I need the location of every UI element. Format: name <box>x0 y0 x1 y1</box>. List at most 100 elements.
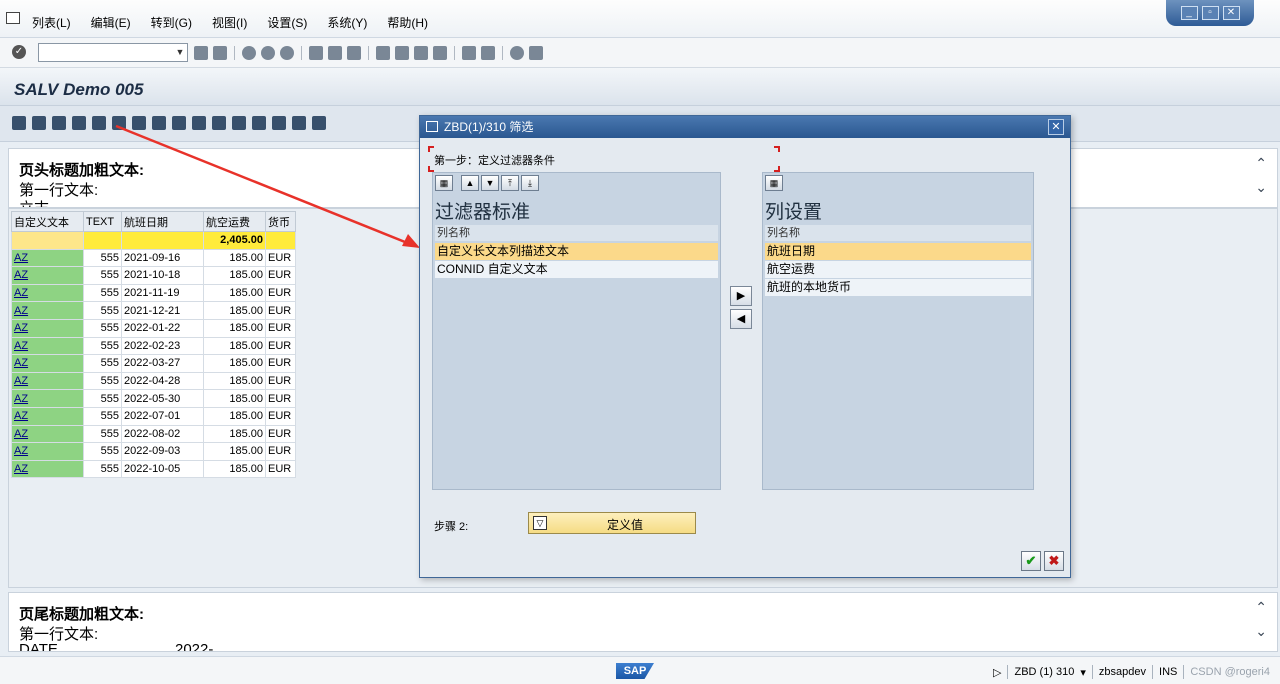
expand-status-icon[interactable]: ▷ <box>993 666 1001 679</box>
airline-cell[interactable]: AZ <box>11 424 84 444</box>
dialog-close-button[interactable]: ✕ <box>1048 119 1064 135</box>
menu-help[interactable]: 帮助(H) <box>387 14 428 31</box>
layout-select-icon[interactable] <box>272 116 286 130</box>
column-row[interactable]: 航班的本地货币 <box>765 279 1031 296</box>
airline-cell[interactable]: AZ <box>11 266 84 285</box>
prev-page-icon[interactable] <box>395 46 409 60</box>
column-row[interactable]: 航班日期 <box>765 243 1031 260</box>
pencil-icon[interactable] <box>312 116 326 130</box>
airline-cell[interactable]: AZ <box>11 406 84 426</box>
menu-system[interactable]: 系统(Y) <box>327 14 367 31</box>
airline-cell[interactable]: AZ <box>11 389 84 408</box>
scroll-down-icon[interactable]: ⌄ <box>1255 623 1267 640</box>
menu-view[interactable]: 视图(I) <box>212 14 247 31</box>
airline-cell[interactable]: AZ <box>11 283 84 303</box>
abc-icon[interactable] <box>232 116 246 130</box>
scroll-up-icon[interactable]: ⌃ <box>1255 155 1267 172</box>
airline-cell[interactable]: AZ <box>11 248 84 268</box>
next-page-icon[interactable] <box>414 46 428 60</box>
filter-icon[interactable] <box>72 116 86 130</box>
print-preview-icon[interactable] <box>152 116 166 130</box>
system-info[interactable]: ZBD (1) 310 <box>1014 666 1074 678</box>
enter-icon[interactable]: ✓ <box>12 45 26 59</box>
col-header-date[interactable]: 航班日期 <box>121 211 204 232</box>
airline-cell[interactable]: AZ <box>11 459 84 479</box>
chevron-down-icon[interactable]: ▼ <box>173 44 187 61</box>
airline-cell[interactable]: AZ <box>11 336 84 356</box>
airline-cell[interactable]: AZ <box>11 371 84 391</box>
shortcut-icon[interactable] <box>481 46 495 60</box>
exit-icon[interactable] <box>261 46 275 60</box>
move-top-icon[interactable]: ⤒ <box>501 175 519 191</box>
details-icon[interactable] <box>12 116 26 130</box>
scroll-down-icon[interactable]: ⌄ <box>1255 179 1267 196</box>
table-row[interactable]: AZ 555 2022-03-27 185.00 EUR <box>11 354 296 373</box>
find-icon[interactable]: ▦ <box>435 175 453 191</box>
help-icon[interactable] <box>510 46 524 60</box>
command-field[interactable]: ▼ <box>38 43 188 62</box>
col-header-custom[interactable]: 自定义文本 <box>11 211 84 232</box>
menu-edit[interactable]: 编辑(E) <box>91 14 131 31</box>
filter-row[interactable]: CONNID 自定义文本 <box>435 261 718 278</box>
table-row[interactable]: AZ 555 2022-08-02 185.00 EUR <box>11 424 296 444</box>
table-row[interactable]: AZ 555 2022-01-22 185.00 EUR <box>11 318 296 338</box>
table-row[interactable]: AZ 555 2022-09-03 185.00 EUR <box>11 442 296 461</box>
graphic-icon[interactable] <box>212 116 226 130</box>
minimize-icon[interactable]: _ <box>1180 6 1198 20</box>
add-to-filter-button[interactable]: ▶ <box>730 286 752 306</box>
table-row[interactable]: AZ 555 2022-02-23 185.00 EUR <box>11 336 296 356</box>
table-row[interactable]: AZ 555 2022-07-01 185.00 EUR <box>11 406 296 426</box>
move-down-icon[interactable]: ▼ <box>481 175 499 191</box>
table-row[interactable]: AZ 555 2021-11-19 185.00 EUR <box>11 283 296 303</box>
move-up-icon[interactable]: ▲ <box>461 175 479 191</box>
filter-row[interactable]: 自定义长文本列描述文本 <box>435 243 718 260</box>
chevron-down-icon[interactable]: ▾ <box>1080 666 1086 679</box>
table-row[interactable]: AZ 555 2021-12-21 185.00 EUR <box>11 301 296 320</box>
menu-settings[interactable]: 设置(S) <box>267 14 307 31</box>
col-header-text[interactable]: TEXT <box>83 211 122 232</box>
system-menu-icon[interactable] <box>6 12 20 24</box>
col-header-currency[interactable]: 货币 <box>265 211 296 232</box>
find-icon[interactable] <box>328 46 342 60</box>
print-icon[interactable] <box>309 46 323 60</box>
airline-cell[interactable]: AZ <box>11 318 84 338</box>
subtotal-icon[interactable] <box>132 116 146 130</box>
confirm-button[interactable]: ✔ <box>1021 551 1041 571</box>
col-header-price[interactable]: 航空运费 <box>203 211 266 232</box>
move-bottom-icon[interactable]: ⤓ <box>521 175 539 191</box>
layout-change-icon[interactable] <box>252 116 266 130</box>
new-session-icon[interactable] <box>462 46 476 60</box>
table-row[interactable]: AZ 555 2022-10-05 185.00 EUR <box>11 459 296 479</box>
back-arrow-icon[interactable] <box>194 46 208 60</box>
find-icon[interactable]: ▦ <box>765 175 783 191</box>
table-row[interactable]: AZ 555 2022-04-28 185.00 EUR <box>11 371 296 391</box>
scroll-up-icon[interactable]: ⌃ <box>1255 599 1267 616</box>
save-icon[interactable] <box>213 46 227 60</box>
layout-icon[interactable] <box>529 46 543 60</box>
mail-icon[interactable] <box>192 116 206 130</box>
export-icon[interactable] <box>172 116 186 130</box>
remove-from-filter-button[interactable]: ◀ <box>730 309 752 329</box>
table-row[interactable]: AZ 555 2021-10-18 185.00 EUR <box>11 266 296 285</box>
airline-cell[interactable]: AZ <box>11 354 84 373</box>
last-page-icon[interactable] <box>433 46 447 60</box>
define-values-button[interactable]: ▽ 定义值 <box>528 512 696 534</box>
airline-cell[interactable]: AZ <box>11 442 84 461</box>
layout-save-icon[interactable] <box>292 116 306 130</box>
sort-desc-icon[interactable] <box>52 116 66 130</box>
airline-cell[interactable]: AZ <box>11 301 84 320</box>
table-row[interactable]: AZ 555 2021-09-16 185.00 EUR <box>11 248 296 268</box>
close-window-icon[interactable]: ✕ <box>1222 6 1240 20</box>
maximize-icon[interactable]: ▫ <box>1201 6 1219 20</box>
menu-goto[interactable]: 转到(G) <box>151 14 192 31</box>
menu-list[interactable]: 列表(L) <box>32 14 71 31</box>
cancel-button[interactable]: ✖ <box>1044 551 1064 571</box>
find-next-icon[interactable] <box>347 46 361 60</box>
cancel-icon[interactable] <box>280 46 294 60</box>
table-row[interactable]: AZ 555 2022-05-30 185.00 EUR <box>11 389 296 408</box>
column-row[interactable]: 航空运费 <box>765 261 1031 278</box>
filter-delete-icon[interactable] <box>92 116 106 130</box>
first-page-icon[interactable] <box>376 46 390 60</box>
sort-asc-icon[interactable] <box>32 116 46 130</box>
back-icon[interactable] <box>242 46 256 60</box>
